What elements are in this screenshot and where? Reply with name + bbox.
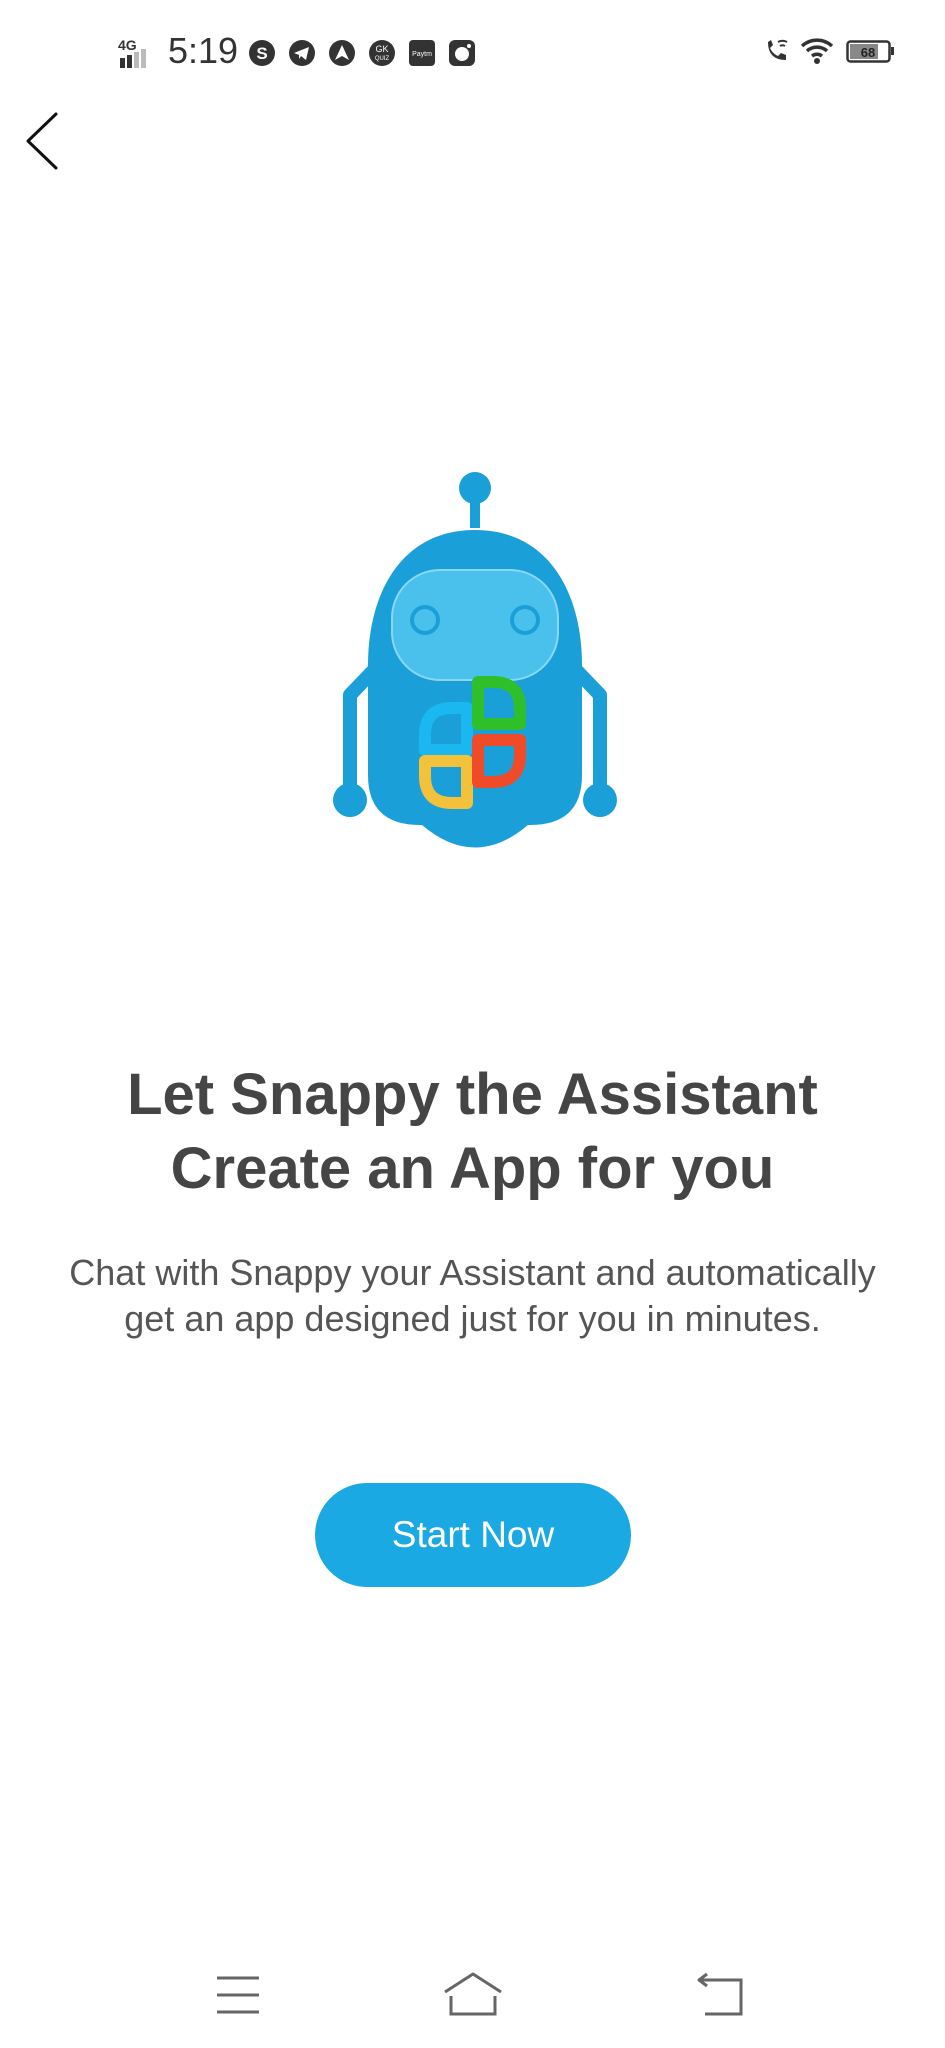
back-button[interactable]	[18, 104, 88, 184]
svg-text:QUIZ: QUIZ	[375, 56, 390, 62]
camera-app-icon	[449, 40, 475, 66]
chevron-left-icon	[26, 112, 58, 170]
gk-quiz-icon: GK QUIZ	[369, 40, 395, 66]
svg-text:S: S	[256, 44, 267, 63]
telegram-icon	[289, 40, 315, 66]
wifi-icon	[800, 38, 834, 64]
snappy-robot-illustration	[333, 472, 617, 848]
description-text: Chat with Snappy your Assistant and auto…	[69, 1252, 876, 1339]
menu-icon[interactable]	[213, 1970, 263, 2020]
wifi-calling-icon	[768, 39, 788, 60]
svg-text:GK: GK	[375, 44, 388, 54]
home-icon[interactable]	[441, 1970, 505, 2020]
skype-icon: S	[249, 40, 275, 66]
clock-time: 5:19	[168, 30, 239, 71]
svg-text:68: 68	[861, 45, 875, 60]
arrow-app-icon	[329, 40, 355, 66]
status-bar: 4G 5:19 S GK QUIZ Paytm 68	[0, 0, 945, 104]
battery-icon: 68	[846, 40, 894, 63]
back-nav-icon[interactable]	[695, 1970, 749, 2020]
start-now-button[interactable]: Start Now	[315, 1483, 631, 1587]
page-title: Let Snappy the Assistant Create an App f…	[0, 1058, 945, 1206]
system-nav-bar	[0, 1950, 945, 2048]
signal-icon: 4G	[118, 37, 146, 68]
svg-text:Paytm: Paytm	[412, 51, 432, 58]
headline-line-2: Create an App for you	[170, 1136, 775, 1201]
svg-text:4G: 4G	[118, 37, 137, 53]
paytm-icon: Paytm	[409, 40, 435, 66]
headline-line-1: Let Snappy the Assistant	[127, 1062, 818, 1127]
